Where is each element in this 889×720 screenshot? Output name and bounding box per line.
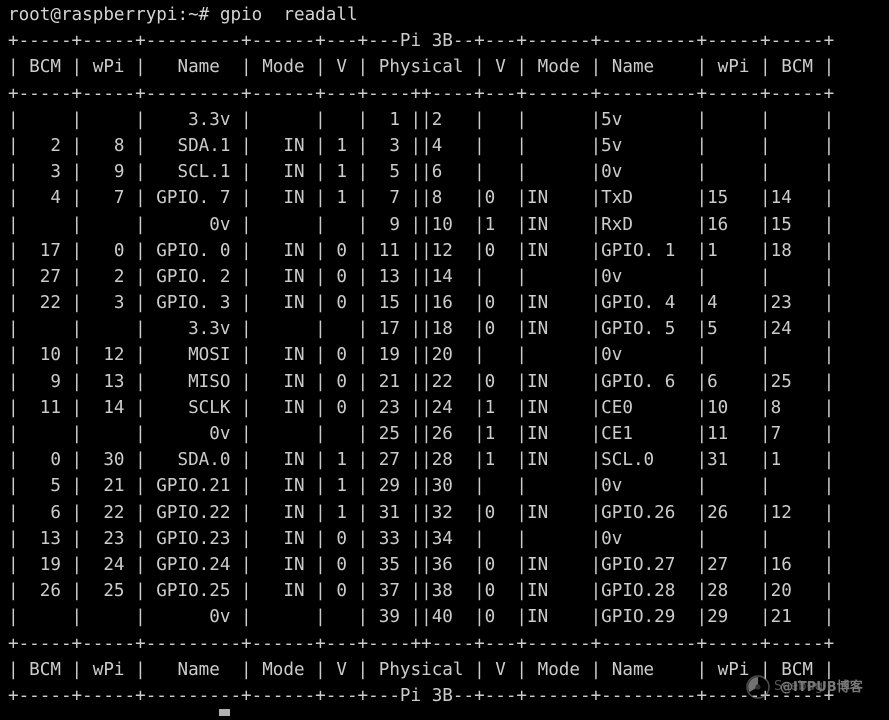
gpio-table-row: | | | 0v | | | 39 ||40 |0 |IN |GPIO.29 |…: [8, 607, 835, 628]
gpio-table-row: | | | 0v | | | 25 ||26 |1 |IN |CE1 |11 |…: [8, 424, 835, 444]
gpio-table-row: | 0 | 30 | SDA.0 | IN | 1 | 27 ||28 |1 |…: [8, 450, 835, 471]
gpio-table-row: | | | 3.3v | | | 1 ||2 | | |5v | | |: [8, 109, 835, 130]
table-header-separator: +-----+-----+---------+------+---+----++…: [8, 83, 835, 104]
gpio-table-body: | | | 3.3v | | | 1 ||2 | | |5v | | | | 2 …: [8, 107, 889, 631]
gpio-table-row: | 2 | 8 | SDA.1 | IN | 1 | 3 ||4 | | |5v…: [8, 135, 835, 156]
gpio-table-row: | 5 | 21 | GPIO.21 | IN | 1 | 29 ||30 | …: [8, 476, 835, 497]
terminal-window[interactable]: root@raspberrypi:~# gpio readall +-----+…: [0, 0, 889, 720]
gpio-table-row: | 3 | 9 | SCL.1 | IN | 1 | 5 ||6 | | |0v…: [8, 162, 835, 183]
gpio-table-row: | 4 | 7 | GPIO. 7 | IN | 1 | 7 ||8 |0 |I…: [8, 188, 835, 209]
shell-prompt-line: root@raspberrypi:~# gpio readall: [8, 5, 358, 25]
gpio-table-row: | 9 | 13 | MISO | IN | 0 | 21 ||22 |0 |I…: [8, 371, 835, 392]
gpio-table-row: | 27 | 2 | GPIO. 2 | IN | 0 | 13 ||14 | …: [8, 266, 835, 287]
gpio-table-row: | 10 | 12 | MOSI | IN | 0 | 19 ||20 | | …: [8, 345, 835, 366]
gpio-table-row: | 17 | 0 | GPIO. 0 | IN | 0 | 11 ||12 |0…: [8, 240, 835, 261]
table-footer-row: | BCM | wPi | Name | Mode | V | Physical…: [8, 659, 835, 680]
terminal-cursor: [219, 709, 230, 716]
table-top-border: +-----+-----+---------+------+---+---Pi …: [8, 31, 835, 52]
gpio-table-row: | 6 | 22 | GPIO.22 | IN | 1 | 31 ||32 |0…: [8, 502, 835, 523]
table-bottom-separator: +-----+-----+---------+------+---+----++…: [8, 633, 835, 654]
gpio-table-row: | 26 | 25 | GPIO.25 | IN | 0 | 37 ||38 |…: [8, 581, 835, 602]
gpio-table-row: | 13 | 23 | GPIO.23 | IN | 0 | 33 ||34 |…: [8, 528, 835, 549]
gpio-table-row: | | | 3.3v | | | 17 ||18 |0 |IN |GPIO. 5…: [8, 319, 835, 340]
table-header-row: | BCM | wPi | Name | Mode | V | Physical…: [8, 57, 835, 78]
gpio-table-row: | 19 | 24 | GPIO.24 | IN | 0 | 35 ||36 |…: [8, 554, 835, 575]
gpio-table-row: | 22 | 3 | GPIO. 3 | IN | 0 | 15 ||16 |0…: [8, 293, 835, 314]
gpio-table-row: | 11 | 14 | SCLK | IN | 0 | 23 ||24 |1 |…: [8, 397, 835, 418]
gpio-table-row: | | | 0v | | | 9 ||10 |1 |IN |RxD |16 |1…: [8, 214, 835, 235]
table-footer-border: +-----+-----+---------+------+---+---Pi …: [8, 685, 835, 706]
